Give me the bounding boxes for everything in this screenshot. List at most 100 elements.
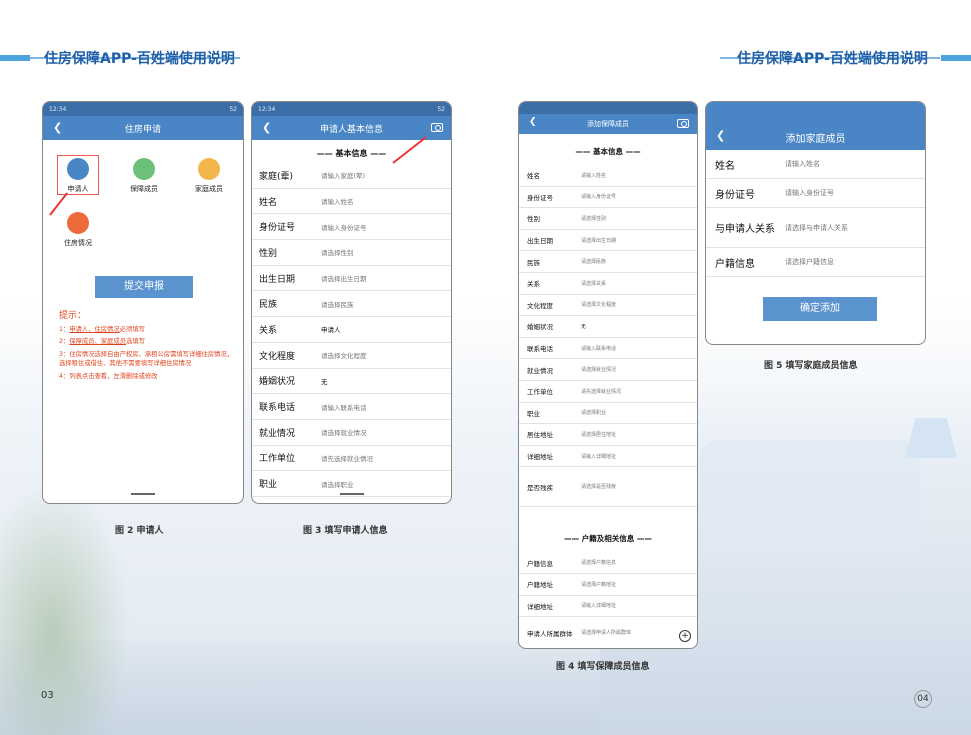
field-value[interactable]: 请选择居住地址 xyxy=(581,431,616,438)
field-value[interactable]: 请输入姓名 xyxy=(785,159,820,169)
field-value[interactable]: 请选择出生日期 xyxy=(321,273,367,283)
field-value[interactable]: 请选择关系 xyxy=(581,280,606,287)
member-icon[interactable] xyxy=(133,158,155,180)
field-value[interactable]: 请选择户籍地址 xyxy=(581,581,616,588)
form-row[interactable]: 出生日期 请选择出生日期 xyxy=(519,230,697,252)
field-value[interactable]: 请输入联系电话 xyxy=(321,402,367,412)
form-list-household: 户籍信息 请选择户籍信息 户籍地址 请选择户籍地址 详细地址 请输入详细地址 申请人所属群体… xyxy=(519,552,697,648)
field-value[interactable]: 请输入身份证号 xyxy=(581,193,616,200)
field-value[interactable]: 请选择就业情况 xyxy=(581,366,616,373)
field-value[interactable]: 申请人 xyxy=(321,324,341,334)
form-row[interactable]: 申请人所属群体 请选择申请人所属群体 xyxy=(519,617,697,648)
field-value[interactable]: 请选择户籍信息 xyxy=(581,559,616,566)
form-row[interactable]: 文化程度 请选择文化程度 xyxy=(519,295,697,317)
background-plant xyxy=(0,480,130,735)
house-icon[interactable] xyxy=(67,212,89,234)
form-row[interactable]: 详细地址 请输入详细地址 xyxy=(519,446,697,468)
field-value[interactable]: 请输入身份证号 xyxy=(785,188,834,198)
field-label: 家庭(辈) xyxy=(259,171,294,182)
form-row[interactable]: 身份证号 请输入身份证号 xyxy=(252,214,451,241)
form-row[interactable]: 性别 请选择性别 xyxy=(519,208,697,230)
field-value[interactable]: 请选择与申请人关系 xyxy=(785,223,848,233)
form-row[interactable]: 与申请人关系 请选择与申请人关系 xyxy=(706,208,925,248)
field-value[interactable]: 请输入姓名 xyxy=(581,172,606,179)
form-row[interactable]: 联系电话 请输入联系电话 xyxy=(519,338,697,360)
field-label: 出生日期 xyxy=(527,237,553,246)
field-value[interactable]: 请选择职业 xyxy=(581,409,606,416)
form-row[interactable]: 户籍信息 请选择户籍信息 xyxy=(706,248,925,277)
form-row[interactable]: 关系 申请人 xyxy=(252,317,451,343)
field-value[interactable]: 请选择民族 xyxy=(321,299,354,309)
field-value[interactable]: 请选择就业情况 xyxy=(321,427,367,437)
submit-button[interactable]: 提交申报 xyxy=(95,276,193,298)
form-row[interactable]: 是否残疾 请选择是否残疾 xyxy=(519,467,697,508)
field-label: 工作单位 xyxy=(527,388,553,397)
field-value[interactable]: 请选择职业 xyxy=(321,479,354,489)
field-value[interactable]: 请先选择就业情况 xyxy=(581,388,621,395)
field-value[interactable]: 请选择性别 xyxy=(321,247,354,257)
header-accent-left xyxy=(0,55,30,61)
tip-3: 3：住房情况选择自由产权房、承租公房需填写详细住房情况，选择租住或借住、其他不需… xyxy=(59,350,234,368)
field-value[interactable]: 请先选择就业情况 xyxy=(321,453,373,463)
field-value[interactable]: 请选择文化程度 xyxy=(321,350,367,360)
form-row[interactable]: 居住地址 请选择居住地址 xyxy=(519,424,697,446)
tip-2: 2：保障成员、家庭成员选填写 xyxy=(59,338,145,345)
form-row[interactable]: 关系 请选择关系 xyxy=(519,273,697,295)
nav-bar: ❮ 添加家庭成员 xyxy=(706,124,925,150)
form-row[interactable]: 出生日期 请选择出生日期 xyxy=(252,266,451,292)
field-label: 职业 xyxy=(259,480,278,491)
form-row[interactable]: 家庭(辈) 请输入家庭(辈) xyxy=(252,163,451,189)
form-row[interactable]: 户籍地址 请选择户籍地址 xyxy=(519,574,697,596)
form-row[interactable]: 就业情况 请选择就业情况 xyxy=(519,359,697,381)
field-value[interactable]: 请输入家庭(辈) xyxy=(321,170,365,180)
caption-fig2: 图 2 申请人 xyxy=(115,526,164,536)
form-row[interactable]: 民族 请选择民族 xyxy=(252,291,451,318)
field-value[interactable]: 请输入身份证号 xyxy=(321,222,367,232)
form-row[interactable]: 性别 请选择性别 xyxy=(252,240,451,266)
field-value[interactable]: 请选择是否残疾 xyxy=(581,483,616,490)
field-value[interactable]: 无 xyxy=(321,376,328,386)
back-icon[interactable]: ❮ xyxy=(53,121,62,134)
add-icon[interactable]: + xyxy=(679,630,691,642)
form-row[interactable]: 联系电话 请输入联系电话 xyxy=(252,394,451,420)
field-value[interactable]: 请选择性别 xyxy=(581,215,606,222)
form-row[interactable]: 婚姻状况 无 xyxy=(252,369,451,395)
form-row[interactable]: 文化程度 请选择文化程度 xyxy=(252,343,451,369)
form-row[interactable]: 姓名 请输入姓名 xyxy=(252,189,451,215)
form-row[interactable]: 身份证号 请输入身份证号 xyxy=(519,187,697,209)
field-value[interactable]: 请选择申请人所属群体 xyxy=(581,629,631,636)
form-row[interactable]: 姓名 请输入姓名 xyxy=(706,150,925,179)
field-value[interactable]: 请输入详细地址 xyxy=(581,602,616,609)
back-icon[interactable]: ❮ xyxy=(262,121,271,134)
back-icon[interactable]: ❮ xyxy=(529,117,537,127)
form-row[interactable]: 工作单位 请先选择就业情况 xyxy=(519,381,697,403)
form-row[interactable]: 就业情况 请选择就业情况 xyxy=(252,420,451,446)
field-value[interactable]: 无 xyxy=(581,323,586,330)
back-icon[interactable]: ❮ xyxy=(716,129,725,142)
form-row[interactable]: 身份证号 请输入身份证号 xyxy=(706,179,925,208)
field-value[interactable]: 请输入姓名 xyxy=(321,196,354,206)
field-label: 姓名 xyxy=(527,172,540,181)
form-row[interactable]: 户籍信息 请选择户籍信息 xyxy=(519,552,697,574)
applicant-icon[interactable] xyxy=(67,158,89,180)
camera-icon[interactable] xyxy=(431,123,443,132)
camera-icon[interactable] xyxy=(677,119,689,128)
family-icon[interactable] xyxy=(198,158,220,180)
confirm-add-button[interactable]: 确定添加 xyxy=(763,297,877,321)
form-row[interactable]: 职业 请选择职业 xyxy=(519,403,697,425)
form-row[interactable]: 姓名 请输入姓名 xyxy=(519,165,697,187)
house-label: 住房情况 xyxy=(64,239,92,247)
field-value[interactable]: 请选择出生日期 xyxy=(581,237,616,244)
form-row[interactable]: 民族 请选择民族 xyxy=(519,251,697,273)
field-label: 性别 xyxy=(259,248,278,259)
field-label: 联系电话 xyxy=(259,403,296,414)
field-value[interactable]: 请选择户籍信息 xyxy=(785,257,834,267)
form-row[interactable]: 详细地址 请输入详细地址 xyxy=(519,596,697,618)
field-value[interactable]: 请输入详细地址 xyxy=(581,453,616,460)
member-label: 保障成员 xyxy=(130,185,158,193)
form-row[interactable]: 婚姻状况 无 xyxy=(519,316,697,338)
field-value[interactable]: 请输入联系电话 xyxy=(581,345,616,352)
field-value[interactable]: 请选择民族 xyxy=(581,258,606,265)
field-value[interactable]: 请选择文化程度 xyxy=(581,301,616,308)
form-row[interactable]: 工作单位 请先选择就业情况 xyxy=(252,446,451,472)
